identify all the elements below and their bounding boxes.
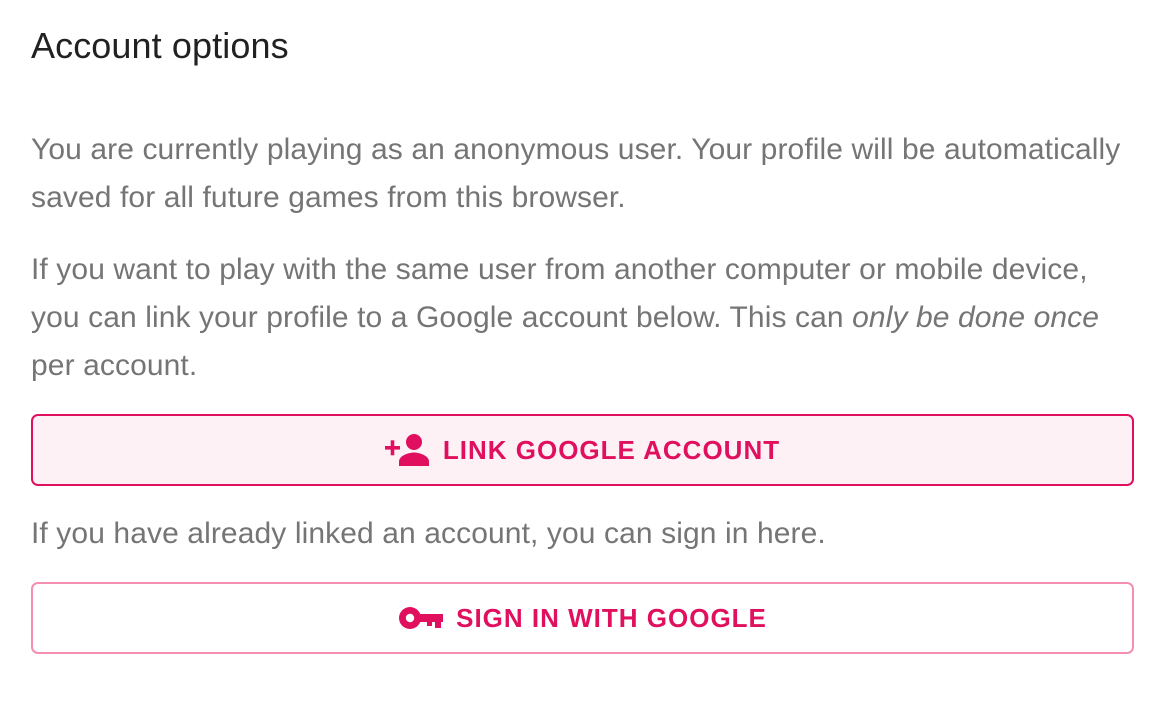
- link-description-emphasis: only be done once: [852, 301, 1100, 334]
- anonymous-user-notice: You are currently playing as an anonymou…: [31, 133, 1121, 214]
- page-title: Account options: [31, 25, 289, 66]
- link-google-account-button[interactable]: LINK GOOGLE ACCOUNT: [31, 414, 1134, 486]
- signin-description: If you have already linked an account, y…: [31, 517, 826, 550]
- key-icon: [398, 605, 444, 631]
- link-google-account-label: LINK GOOGLE ACCOUNT: [442, 434, 781, 465]
- person-add-icon: [384, 433, 431, 467]
- link-description-tail: per account.: [31, 349, 198, 382]
- link-account-description: If you want to play with the same user f…: [31, 246, 1134, 390]
- sign-in-with-google-button[interactable]: SIGN IN WITH GOOGLE: [31, 582, 1134, 654]
- sign-in-with-google-label: SIGN IN WITH GOOGLE: [456, 602, 767, 633]
